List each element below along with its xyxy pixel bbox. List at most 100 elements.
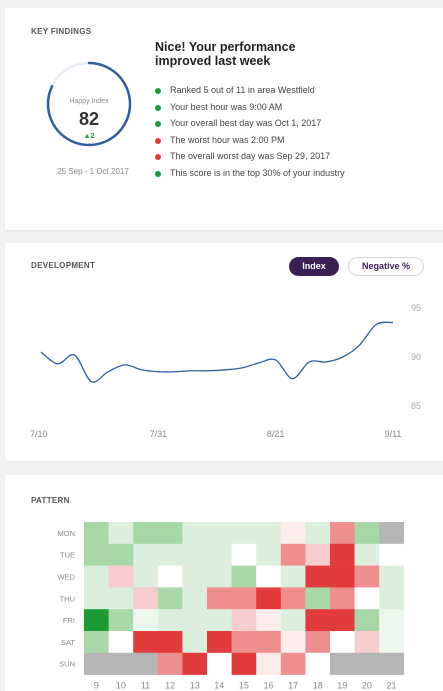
heatmap-cell	[280, 587, 306, 610]
finding-text: Your best hour was 9:00 AM	[170, 101, 283, 112]
heatmap-cell	[133, 565, 159, 588]
negative-percent-toggle-button[interactable]: Negative %	[348, 257, 424, 276]
pattern-heatmap: MON TUE WED THU FRI SAT SUN 9 10 11 12 13 14 15 16 17 18…	[58, 522, 405, 691]
index-toggle-button[interactable]: Index	[289, 257, 339, 276]
heatmap-cell	[280, 652, 306, 675]
y-tick-label: 85	[411, 401, 421, 411]
pattern-title: PATTERN	[31, 496, 70, 505]
heatmap-cell	[379, 522, 405, 545]
column-label: 19	[337, 681, 347, 691]
development-card: 85 90 95 7/10 7/31 8/21 9/11 DEVELOPMENT Index…	[5, 243, 443, 461]
heatmap-cell	[379, 631, 405, 654]
heatmap-cell	[84, 522, 109, 545]
heatmap-cell	[280, 565, 306, 588]
heatmap-cell	[84, 609, 109, 632]
column-label: 14	[214, 681, 224, 691]
heatmap-cell	[379, 587, 405, 610]
heatmap-cell	[280, 609, 306, 632]
heatmap-cell	[133, 587, 159, 610]
heatmap-cell	[256, 587, 282, 610]
column-label: 18	[313, 681, 323, 691]
column-label: 17	[288, 681, 298, 691]
heatmap-cell	[182, 587, 208, 610]
heatmap-cell	[256, 565, 282, 588]
finding-item: This score is in the top 30% of your ind…	[155, 168, 345, 185]
heatmap-cell	[256, 631, 282, 654]
heatmap-cell	[84, 631, 109, 654]
heatmap-cell	[305, 631, 331, 654]
heatmap-cell	[157, 543, 183, 566]
heatmap-cell	[231, 652, 257, 675]
heatmap-cell	[231, 543, 257, 566]
heatmap-cell	[182, 631, 208, 654]
heatmap-cell	[207, 587, 232, 610]
heatmap-cell	[330, 543, 355, 566]
pattern-card: MON TUE WED THU FRI SAT SUN 9 10 11 12 13 14 15 16 17 18…	[5, 475, 443, 691]
column-label: 11	[141, 681, 150, 691]
heatmap-cell	[354, 543, 380, 566]
happy-index-label: Happy Index	[69, 98, 109, 105]
heatmap-cell	[330, 587, 355, 610]
heatmap-cell	[354, 652, 380, 675]
heatmap-cell	[231, 587, 257, 610]
heatmap-cell	[207, 652, 232, 675]
key-findings-card: KEY FINDINGS Happy Index 82 ▲2 25 Sep - …	[5, 8, 443, 230]
heatmap-cell	[108, 543, 134, 566]
status-dot-icon	[155, 137, 161, 144]
heatmap-cell	[84, 565, 109, 588]
heatmap-cell	[133, 522, 159, 545]
y-tick-label: 95	[411, 303, 421, 313]
column-label: 9	[94, 681, 99, 691]
y-tick-label: 90	[411, 352, 421, 362]
heatmap-cell	[330, 631, 355, 654]
heatmap-cell	[231, 522, 257, 545]
finding-item: Your best hour was 9:00 AM	[155, 102, 345, 119]
heatmap-cell	[330, 609, 355, 632]
heatmap-cell	[182, 565, 208, 588]
heatmap-cell	[305, 565, 331, 588]
row-label: TUE	[60, 551, 75, 560]
row-label: MON	[58, 529, 76, 538]
heatmap-cell	[379, 652, 405, 675]
heatmap-cell	[256, 652, 282, 675]
heatmap-cell	[108, 631, 134, 654]
heatmap-cell	[108, 522, 134, 545]
row-label: SAT	[61, 638, 75, 647]
x-tick-label: 7/31	[150, 429, 168, 439]
heatmap-cell	[84, 587, 109, 610]
x-tick-label: 9/11	[385, 429, 402, 439]
heatmap-cell	[182, 652, 208, 675]
heatmap-cell	[207, 565, 232, 588]
heatmap-cell	[330, 522, 355, 545]
heatmap-cell	[231, 631, 257, 654]
column-label: 16	[263, 681, 273, 691]
heatmap-cell	[84, 652, 109, 675]
findings-list: Ranked 5 out of 11 in area Westfield You…	[155, 85, 345, 185]
finding-item: Your overall best day was Oct 1, 2017	[155, 118, 345, 135]
heatmap-cell	[354, 565, 380, 588]
heatmap-cell	[305, 587, 331, 610]
heatmap-cell	[256, 543, 282, 566]
heatmap-cell	[354, 522, 380, 545]
date-range: 25 Sep - 1 Oct 2017	[57, 167, 129, 176]
heatmap-cell	[133, 543, 159, 566]
column-label: 20	[362, 681, 372, 691]
heatmap-cell	[108, 587, 134, 610]
heatmap-cell	[182, 522, 208, 545]
happy-index-score: 82	[78, 109, 100, 129]
heatmap-cell	[157, 631, 183, 654]
heatmap-cell	[84, 543, 109, 566]
heatmap-cell	[207, 609, 232, 632]
heatmap-cell	[231, 609, 257, 632]
finding-text: Your overall best day was Oct 1, 2017	[170, 118, 322, 129]
heatmap-cell	[182, 609, 208, 632]
heatmap-cell	[354, 587, 380, 610]
findings-headline: Nice! Your performance improved last wee…	[155, 40, 296, 68]
heatmap-cell	[157, 565, 183, 588]
key-findings-title: KEY FINDINGS	[31, 27, 92, 36]
heatmap-cell	[305, 652, 331, 675]
heatmap-cell	[207, 631, 232, 654]
heatmap-cell	[354, 609, 380, 632]
status-dot-icon	[155, 88, 161, 94]
happy-index-delta: ▲2	[83, 133, 95, 140]
